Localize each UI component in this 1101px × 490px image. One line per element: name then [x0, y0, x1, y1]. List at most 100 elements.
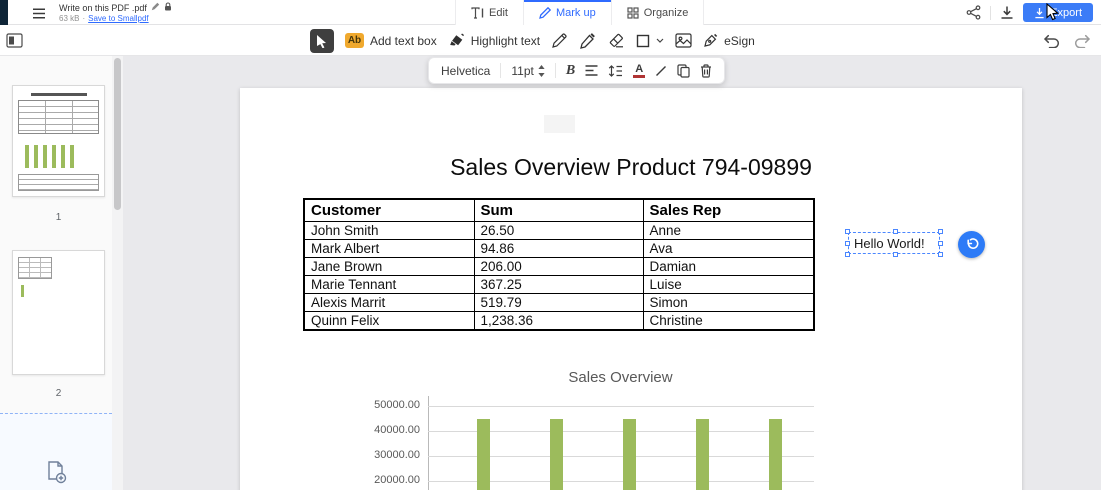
font-size-value: 11pt [511, 64, 533, 78]
thumb-chart [25, 140, 74, 168]
font-family-value: Helvetica [441, 64, 490, 78]
esign-label: eSign [724, 34, 755, 48]
table-row: Alexis Marrit519.79Simon [304, 294, 814, 312]
page-number-1: 1 [12, 212, 105, 223]
export-label: Export [1050, 7, 1082, 19]
sidebar-scrollbar[interactable] [112, 56, 123, 490]
save-to-smallpdf-link[interactable]: Save to Smallpdf [88, 14, 148, 23]
pen-icon [539, 7, 551, 19]
esign-button[interactable]: eSign [703, 33, 755, 48]
empty-text-box[interactable] [544, 115, 575, 133]
chart-gridline [428, 406, 814, 407]
marker-tool-icon [579, 32, 596, 49]
select-tool-button[interactable] [310, 29, 334, 53]
image-icon [675, 33, 692, 48]
rename-pencil-icon[interactable] [151, 2, 160, 13]
share-nodes-icon [966, 5, 981, 20]
thumb-title-line [31, 93, 87, 96]
page-thumbnail-1[interactable] [12, 85, 105, 197]
selection-handle-w[interactable] [845, 241, 850, 246]
selection-handle-ne[interactable] [938, 229, 943, 234]
font-family-select[interactable]: Helvetica [441, 64, 490, 78]
table-cell: John Smith [304, 222, 474, 240]
format-divider [500, 63, 501, 78]
download-button[interactable] [1000, 5, 1014, 20]
add-page-button[interactable] [44, 460, 68, 487]
table-cell: 519.79 [474, 294, 643, 312]
undo-button[interactable] [1043, 33, 1060, 48]
page-panel-toggle-button[interactable] [6, 33, 23, 51]
share-button[interactable] [966, 5, 981, 20]
duplicate-button[interactable] [677, 64, 690, 78]
selection-handle-s[interactable] [893, 252, 898, 257]
bold-button[interactable]: B [566, 63, 575, 79]
tab-edit[interactable]: Edit [455, 0, 523, 25]
chart-bar [623, 419, 636, 490]
text-annotation-box[interactable]: Hello World! [848, 232, 940, 254]
add-page-icon [44, 460, 68, 484]
table-header: Customer [304, 199, 474, 222]
text-color-button[interactable]: A [633, 64, 645, 78]
meta-separator: · [82, 14, 85, 23]
table-cell: 94.86 [474, 240, 643, 258]
line-spacing-button[interactable] [608, 65, 623, 77]
add-text-box-button[interactable]: Ab Add text box [345, 33, 437, 48]
font-size-stepper[interactable]: 11pt [511, 64, 544, 78]
tab-markup[interactable]: Mark up [523, 0, 611, 25]
highlight-text-button[interactable]: Highlight text [448, 33, 540, 48]
insert-image-button[interactable] [675, 33, 692, 48]
highlighter-icon [448, 33, 465, 48]
trash-icon [700, 64, 712, 78]
export-icon [1034, 7, 1045, 19]
table-cell: Christine [643, 312, 814, 331]
lock-icon[interactable] [164, 2, 172, 13]
table-cell: Luise [643, 276, 814, 294]
selection-handle-se[interactable] [938, 252, 943, 257]
delete-button[interactable] [700, 64, 712, 78]
table-cell: Mark Albert [304, 240, 474, 258]
document-canvas[interactable]: Sales Overview Product 794-09899 Custome… [123, 56, 1101, 490]
page-thumbnail-panel: 1 2 [0, 56, 112, 490]
table-row: Jane Brown206.00Damian [304, 258, 814, 276]
stroke-style-button[interactable] [655, 65, 667, 77]
hamburger-menu-button[interactable] [32, 7, 46, 22]
eraser-tool-button[interactable] [607, 33, 625, 48]
selection-handle-sw[interactable] [845, 252, 850, 257]
shape-tool-button[interactable] [636, 34, 664, 48]
document-title: Sales Overview Product 794-09899 [240, 154, 1022, 181]
thumb-table-2 [18, 174, 99, 191]
redo-button[interactable] [1074, 33, 1091, 48]
tab-organize[interactable]: Organize [611, 0, 705, 25]
download-icon [1000, 5, 1014, 20]
eraser-icon [607, 33, 625, 48]
sales-table: Customer Sum Sales Rep John Smith26.50An… [303, 198, 815, 331]
export-button[interactable]: Export [1023, 3, 1093, 22]
table-cell: Alexis Marrit [304, 294, 474, 312]
page-thumbnail-2[interactable] [12, 250, 105, 375]
table-cell: Damian [643, 258, 814, 276]
thumb-bar [21, 285, 24, 297]
hamburger-icon [32, 8, 46, 19]
redo-icon [1074, 33, 1091, 48]
scrollbar-thumb[interactable] [114, 58, 121, 210]
panel-toggle-icon [6, 33, 23, 48]
annotation-text: Hello World! [854, 236, 925, 251]
rotate-annotation-button[interactable] [958, 231, 985, 258]
selection-handle-e[interactable] [938, 241, 943, 246]
file-info: Write on this PDF .pdf 63 kB · Save to S… [59, 2, 172, 23]
thumb-table [18, 257, 52, 279]
chart-ytick-label: 40000.00 [358, 424, 420, 436]
sales-table-body: John Smith26.50AnneMark Albert94.86AvaJa… [304, 222, 814, 331]
align-button[interactable] [585, 65, 598, 76]
table-cell: 206.00 [474, 258, 643, 276]
topbar-actions: Export [966, 0, 1093, 25]
table-row: Mark Albert94.86Ava [304, 240, 814, 258]
chart-y-axis [428, 396, 429, 490]
chart-ytick-label: 50000.00 [358, 399, 420, 411]
table-cell: Ava [643, 240, 814, 258]
marker-tool-button[interactable] [579, 32, 596, 49]
add-page-drop-zone[interactable] [0, 414, 112, 490]
selection-handle-nw[interactable] [845, 229, 850, 234]
selection-handle-n[interactable] [893, 229, 898, 234]
pen-tool-button[interactable] [551, 32, 568, 49]
